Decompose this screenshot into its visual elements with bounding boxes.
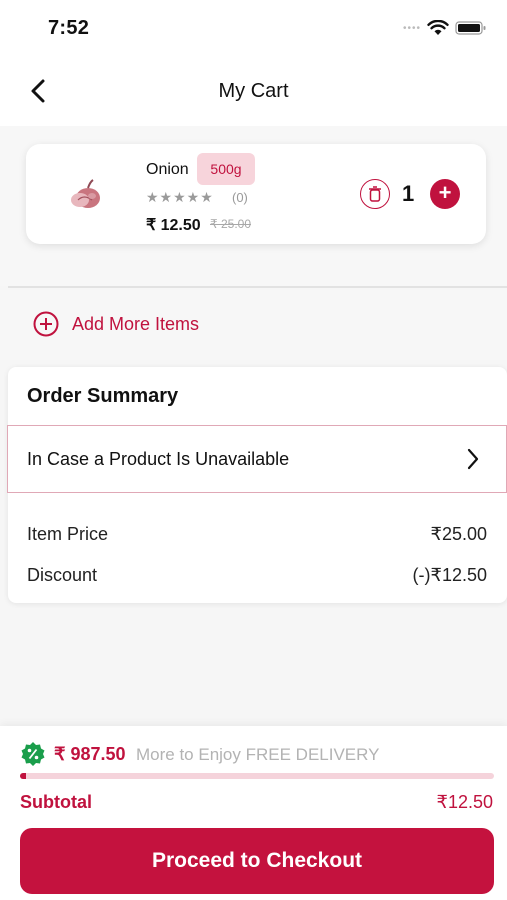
delete-button[interactable]	[360, 179, 390, 209]
page-title: My Cart	[218, 80, 289, 102]
cart-list: Onion 500g ★★★★★ (0) ₹ 12.50 ₹ 25.00 1 +	[0, 126, 507, 286]
checkout-panel: ₹ 987.50 More to Enjoy FREE DELIVERY Sub…	[0, 726, 507, 900]
percent-badge-icon	[21, 742, 45, 766]
header: My Cart	[0, 58, 507, 126]
chevron-right-icon	[467, 448, 479, 470]
discount-label: Discount	[27, 565, 98, 585]
rating-stars: ★★★★★	[146, 189, 214, 205]
item-price-row: Item Price ₹25.00	[27, 524, 487, 545]
order-summary: Order Summary In Case a Product Is Unava…	[7, 367, 507, 603]
plus-circle-icon	[33, 311, 59, 337]
add-more-items[interactable]: Add More Items	[0, 290, 507, 360]
subtotal-value: ₹12.50	[436, 792, 494, 812]
divider	[8, 286, 507, 288]
order-summary-title: Order Summary	[27, 385, 179, 407]
wifi-icon	[427, 20, 449, 35]
subtotal-label: Subtotal	[20, 792, 92, 812]
onion-icon	[71, 179, 100, 208]
add-more-items-label[interactable]: Add More Items	[72, 314, 199, 335]
signal-icon: ••••	[402, 22, 421, 34]
status-time: 7:52	[48, 17, 90, 39]
item-price-label: Item Price	[27, 524, 109, 544]
unavailable-product-option[interactable]: In Case a Product Is Unavailable	[7, 425, 507, 493]
weight-badge: 500g	[197, 153, 255, 185]
original-price: ₹ 25.00	[210, 217, 251, 231]
trash-icon	[369, 186, 381, 202]
status-icons: ••••	[403, 20, 487, 36]
item-price-value: ₹25.00	[430, 524, 488, 544]
status-bar: 7:52 ••••	[0, 0, 507, 58]
cart-item: Onion 500g ★★★★★ (0) ₹ 12.50 ₹ 25.00 1 +	[26, 144, 486, 244]
unavailable-product-label: In Case a Product Is Unavailable	[27, 449, 290, 469]
discount-row: Discount (-)₹12.50	[27, 565, 487, 586]
product-price: ₹ 12.50	[146, 217, 201, 234]
delivery-amount-remaining: ₹ 987.50	[54, 744, 126, 764]
rating-count: (0)	[232, 190, 248, 205]
battery-icon	[455, 21, 486, 35]
delivery-progress-bar	[20, 773, 494, 779]
proceed-to-checkout-button[interactable]: Proceed to Checkout	[20, 828, 494, 894]
increase-quantity-button[interactable]: +	[430, 179, 460, 209]
free-delivery-message: More to Enjoy FREE DELIVERY	[136, 745, 380, 764]
quantity-value: 1	[402, 181, 415, 206]
discount-value: (-)₹12.50	[412, 565, 487, 585]
product-name: Onion	[146, 161, 189, 178]
delivery-progress-fill	[20, 773, 26, 779]
